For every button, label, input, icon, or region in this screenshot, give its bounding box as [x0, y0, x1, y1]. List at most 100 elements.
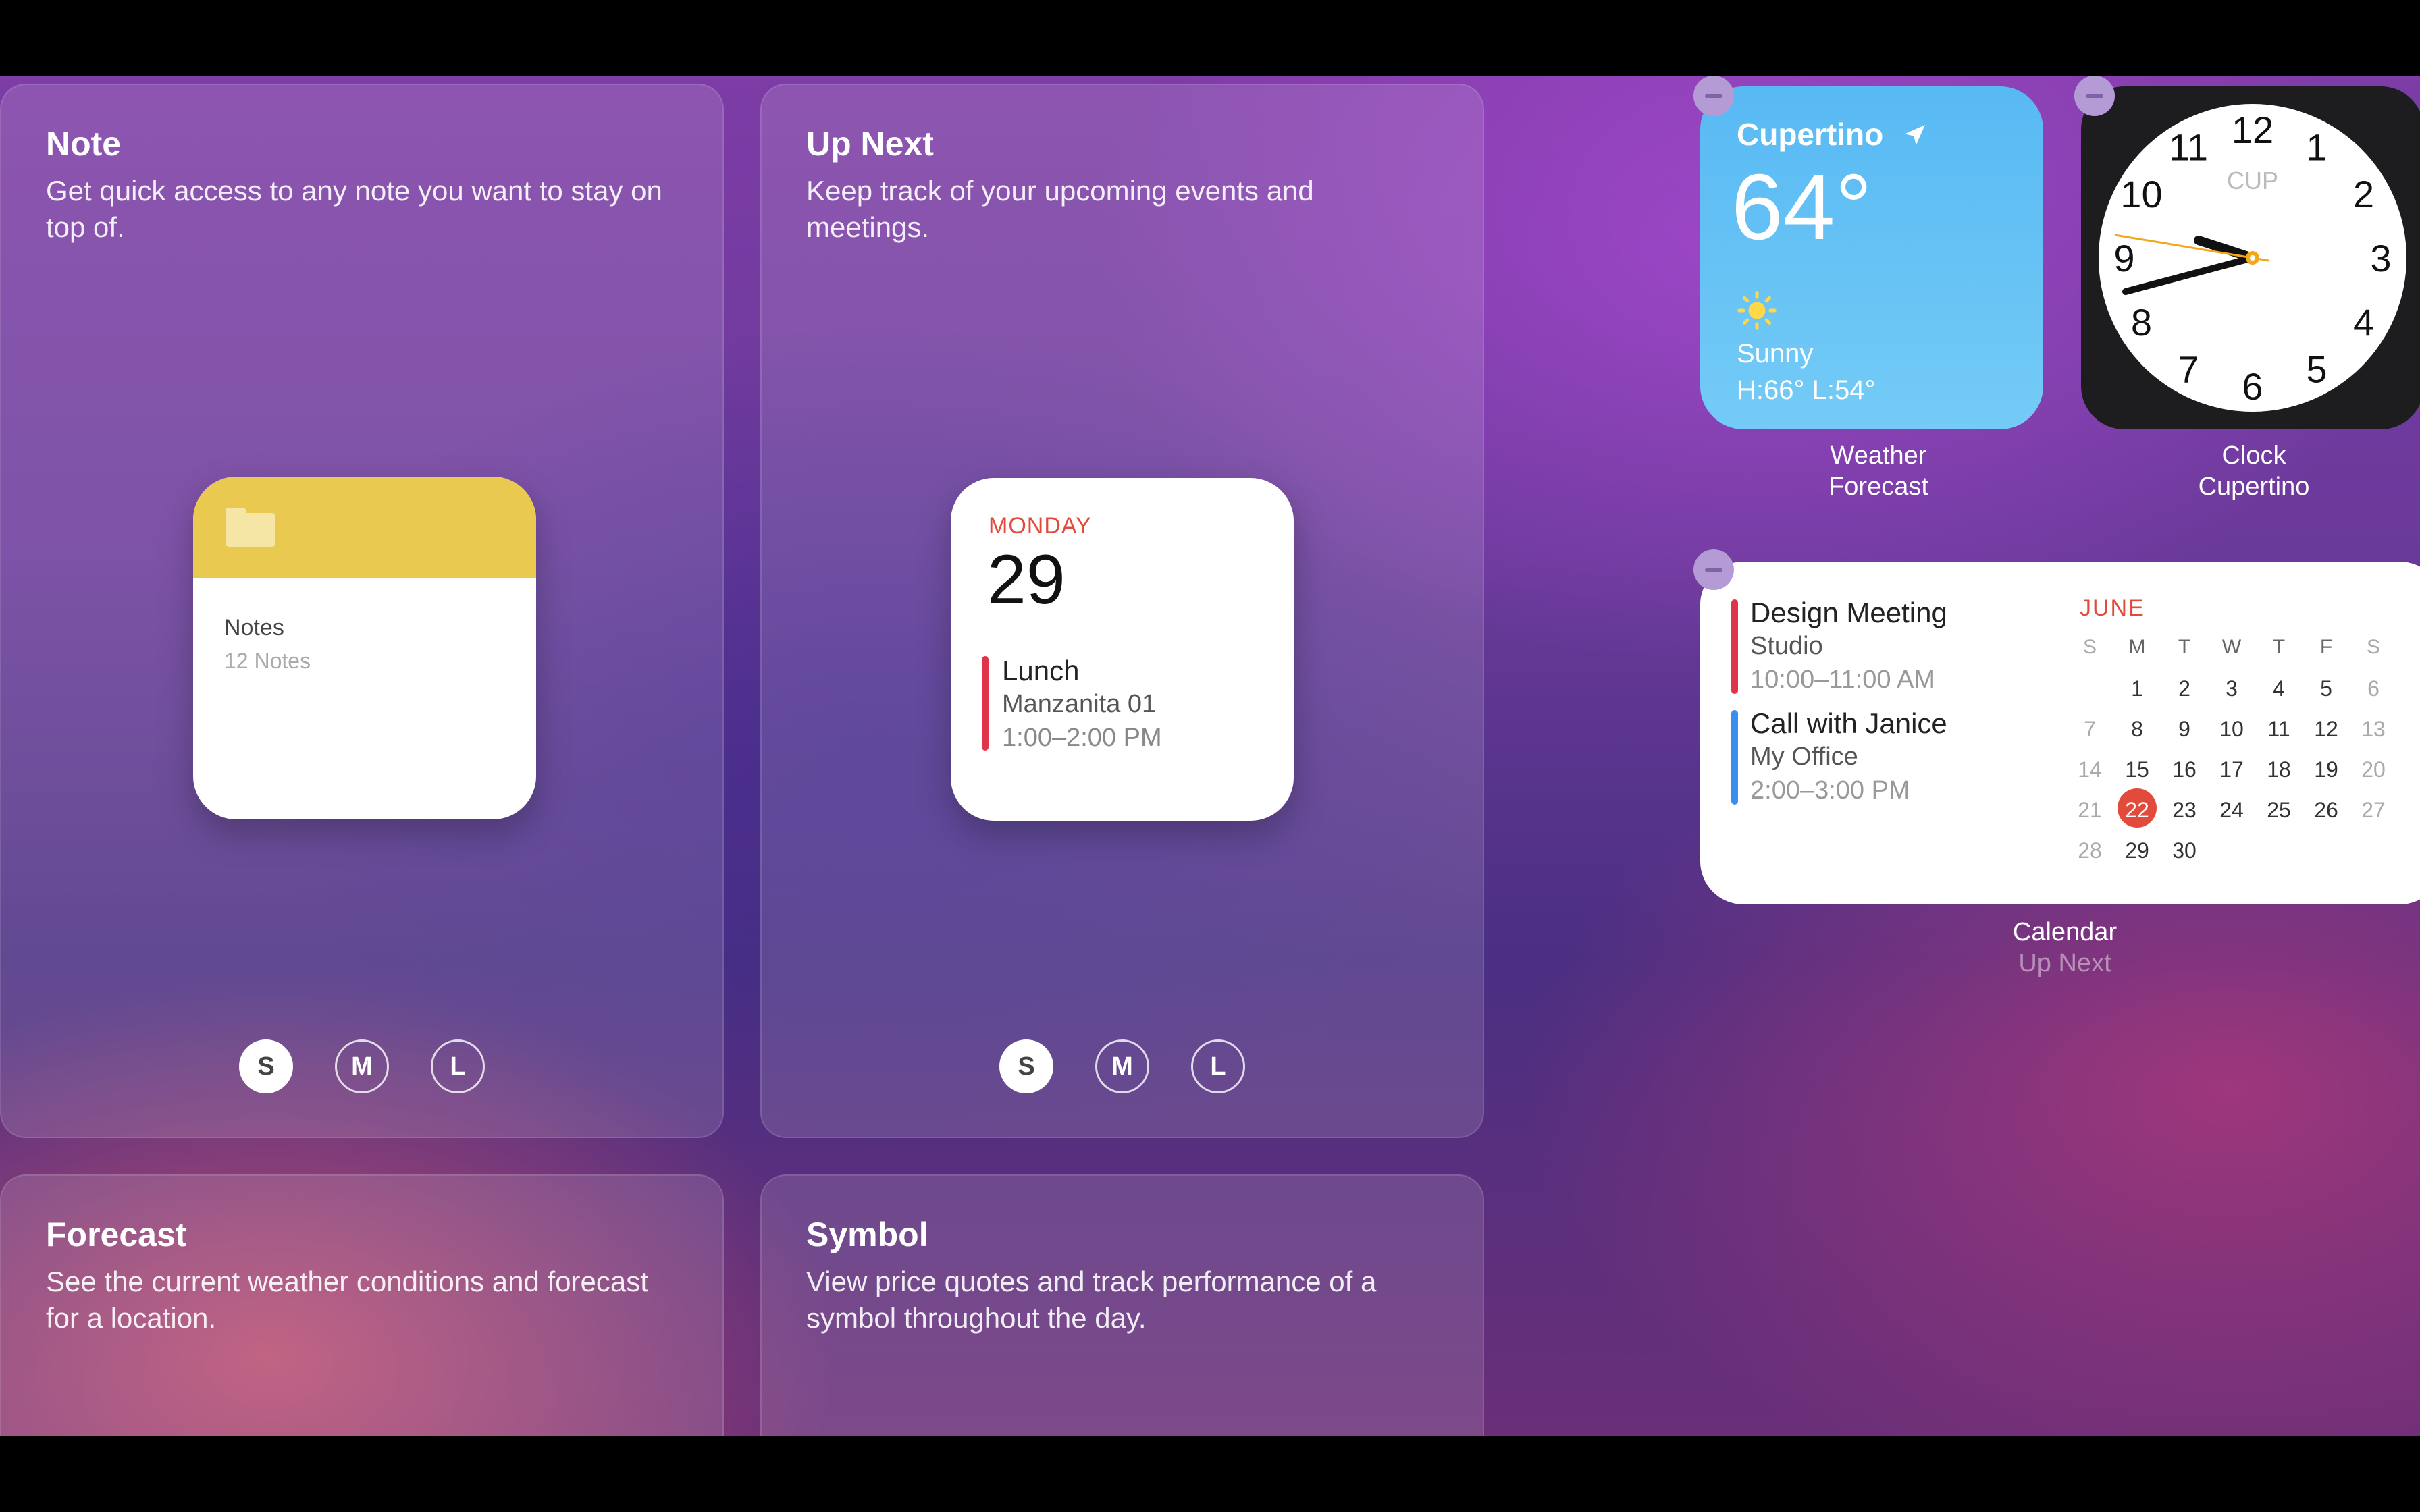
calendar-day: 1 — [2131, 676, 2143, 701]
calendar-day: 18 — [2267, 757, 2291, 782]
weather-temperature: 64° — [1731, 155, 1872, 259]
weekday-label: MONDAY — [989, 513, 1092, 539]
remove-weather-widget-button[interactable] — [1693, 76, 1734, 116]
notes-folder-name: Notes — [224, 615, 284, 641]
widget-gallery: Note Get quick access to any note you wa… — [0, 76, 2420, 1436]
widget-name: Calendar — [2012, 918, 2118, 946]
clock-numeral: 2 — [2353, 173, 2374, 215]
clock-numeral: 4 — [2353, 301, 2374, 344]
calendar-day: 6 — [2367, 676, 2379, 701]
calendar-day: 27 — [2361, 798, 2386, 822]
calendar-day: 14 — [2078, 757, 2102, 782]
note-widget-panel[interactable]: Note Get quick access to any note you wa… — [0, 84, 724, 1138]
calendar-day: 23 — [2172, 798, 2197, 822]
size-medium-button[interactable]: M — [1095, 1040, 1149, 1094]
calendar-day: 12 — [2314, 717, 2338, 741]
weather-widget[interactable]: Cupertino 64° Sunny H:66° L:54° — [1700, 86, 2043, 429]
calendar-day: 25 — [2267, 798, 2291, 822]
notes-widget-preview[interactable]: Notes 12 Notes — [193, 477, 536, 819]
sun-icon — [1737, 291, 1777, 330]
event-location: Studio — [1750, 632, 1823, 660]
panel-title: Symbol — [806, 1216, 928, 1253]
calendar-widget-label: Calendar Up Next — [1930, 917, 2200, 979]
upnext-widget-panel[interactable]: Up Next Keep track of your upcoming even… — [760, 84, 1484, 1138]
size-large-button[interactable]: L — [431, 1040, 485, 1094]
weekday-header: T — [2178, 636, 2191, 658]
clock-numeral: 7 — [2178, 348, 2199, 391]
weekday-header: W — [2221, 636, 2242, 658]
event-title: Design Meeting — [1750, 597, 1947, 628]
calendar-day: 29 — [2125, 838, 2149, 863]
event-time: 10:00–11:00 AM — [1750, 666, 1935, 694]
weekday-header: T — [2272, 636, 2286, 658]
notes-header — [193, 477, 536, 578]
weather-high-low: H:66° L:54° — [1737, 375, 1876, 405]
calendar-day: 17 — [2219, 757, 2244, 782]
panel-description: Keep track of your upcoming events and m… — [806, 175, 1314, 243]
calendar-day: 3 — [2226, 676, 2238, 701]
clock-widget-label: Clock Cupertino — [2119, 440, 2389, 502]
event-title: Call with Janice — [1750, 707, 1947, 739]
clock-numeral: 10 — [2120, 173, 2162, 215]
weekday-header: S — [2082, 636, 2097, 658]
size-small-button[interactable]: S — [999, 1040, 1053, 1094]
size-selector: S M L — [1, 1040, 722, 1094]
panel-title: Forecast — [46, 1216, 187, 1253]
calendar-day: 16 — [2172, 757, 2197, 782]
calendar-day: 4 — [2273, 676, 2285, 701]
panel-title: Note — [46, 125, 122, 163]
event-time: 2:00–3:00 PM — [1750, 776, 1910, 805]
clock-numeral: 11 — [2169, 126, 2208, 168]
calendar-day: 2 — [2178, 676, 2190, 701]
calendar-day: 11 — [2267, 717, 2290, 741]
size-large-button[interactable]: L — [1191, 1040, 1245, 1094]
weekday-header: F — [2319, 636, 2333, 658]
calendar-day: 8 — [2131, 717, 2143, 741]
size-medium-button[interactable]: M — [335, 1040, 389, 1094]
forecast-widget-panel[interactable]: Forecast See the current weather conditi… — [0, 1174, 724, 1436]
calendar-day: 26 — [2314, 798, 2338, 822]
analog-clock-face: CUP 12 12 3 45678 9 1011 — [2099, 104, 2406, 412]
calendar-widget[interactable]: Design Meeting Studio 10:00–11:00 AM Cal… — [1700, 562, 2420, 905]
clock-widget[interactable]: CUP 12 1 2 3 4 5 6 7 8 9 10 11 — [2081, 86, 2420, 429]
calendar-day: 13 — [2361, 717, 2386, 741]
size-small-button[interactable]: S — [239, 1040, 293, 1094]
calendar-day: 21 — [2078, 798, 2102, 822]
size-selector: S M L — [762, 1040, 1483, 1094]
clock-numeral: 9 — [2113, 237, 2134, 279]
remove-calendar-widget-button[interactable] — [1693, 549, 1734, 590]
location-arrow-icon — [1905, 125, 1925, 145]
remove-clock-widget-button[interactable] — [2074, 76, 2115, 116]
clock-numeral: 8 — [2131, 301, 2152, 344]
weather-condition: Sunny — [1737, 339, 1814, 369]
panel-description: View price quotes and track performance … — [806, 1266, 1377, 1334]
calendar-day: 28 — [2078, 838, 2102, 863]
event-color-bar — [1731, 599, 1738, 694]
upnext-widget-preview[interactable]: MONDAY 29 Lunch Manzanita 01 1:00–2:00 P… — [951, 478, 1294, 821]
weekday-header: M — [2128, 636, 2146, 658]
widget-name: Clock — [2221, 441, 2286, 470]
calendar-month: JUNE — [2080, 595, 2145, 621]
widget-subname: Up Next — [2018, 949, 2111, 977]
calendar-day: 7 — [2084, 717, 2096, 741]
clock-numeral: 3 — [2370, 237, 2391, 279]
clock-numeral: 1 — [2306, 126, 2327, 168]
clock-numeral: 6 — [2242, 365, 2263, 408]
event-color-bar — [1731, 710, 1738, 805]
event-location: Manzanita 01 — [1002, 690, 1157, 718]
folder-icon — [226, 508, 275, 547]
calendar-day: 15 — [2125, 757, 2149, 782]
symbol-widget-panel[interactable]: Symbol View price quotes and track perfo… — [760, 1174, 1484, 1436]
notes-count: 12 Notes — [224, 649, 311, 673]
event-location: My Office — [1750, 742, 1858, 771]
calendar-day: 9 — [2178, 717, 2190, 741]
widget-subname: Cupertino — [2198, 473, 2310, 501]
clock-numeral: 5 — [2306, 348, 2327, 391]
widget-subname: Forecast — [1829, 473, 1928, 501]
calendar-day: 24 — [2219, 798, 2244, 822]
panel-description: Get quick access to any note you want to… — [46, 175, 662, 243]
calendar-day: 5 — [2320, 676, 2332, 701]
date-number: 29 — [987, 541, 1066, 619]
calendar-day: 19 — [2314, 757, 2338, 782]
clock-city-code: CUP — [2227, 167, 2278, 194]
